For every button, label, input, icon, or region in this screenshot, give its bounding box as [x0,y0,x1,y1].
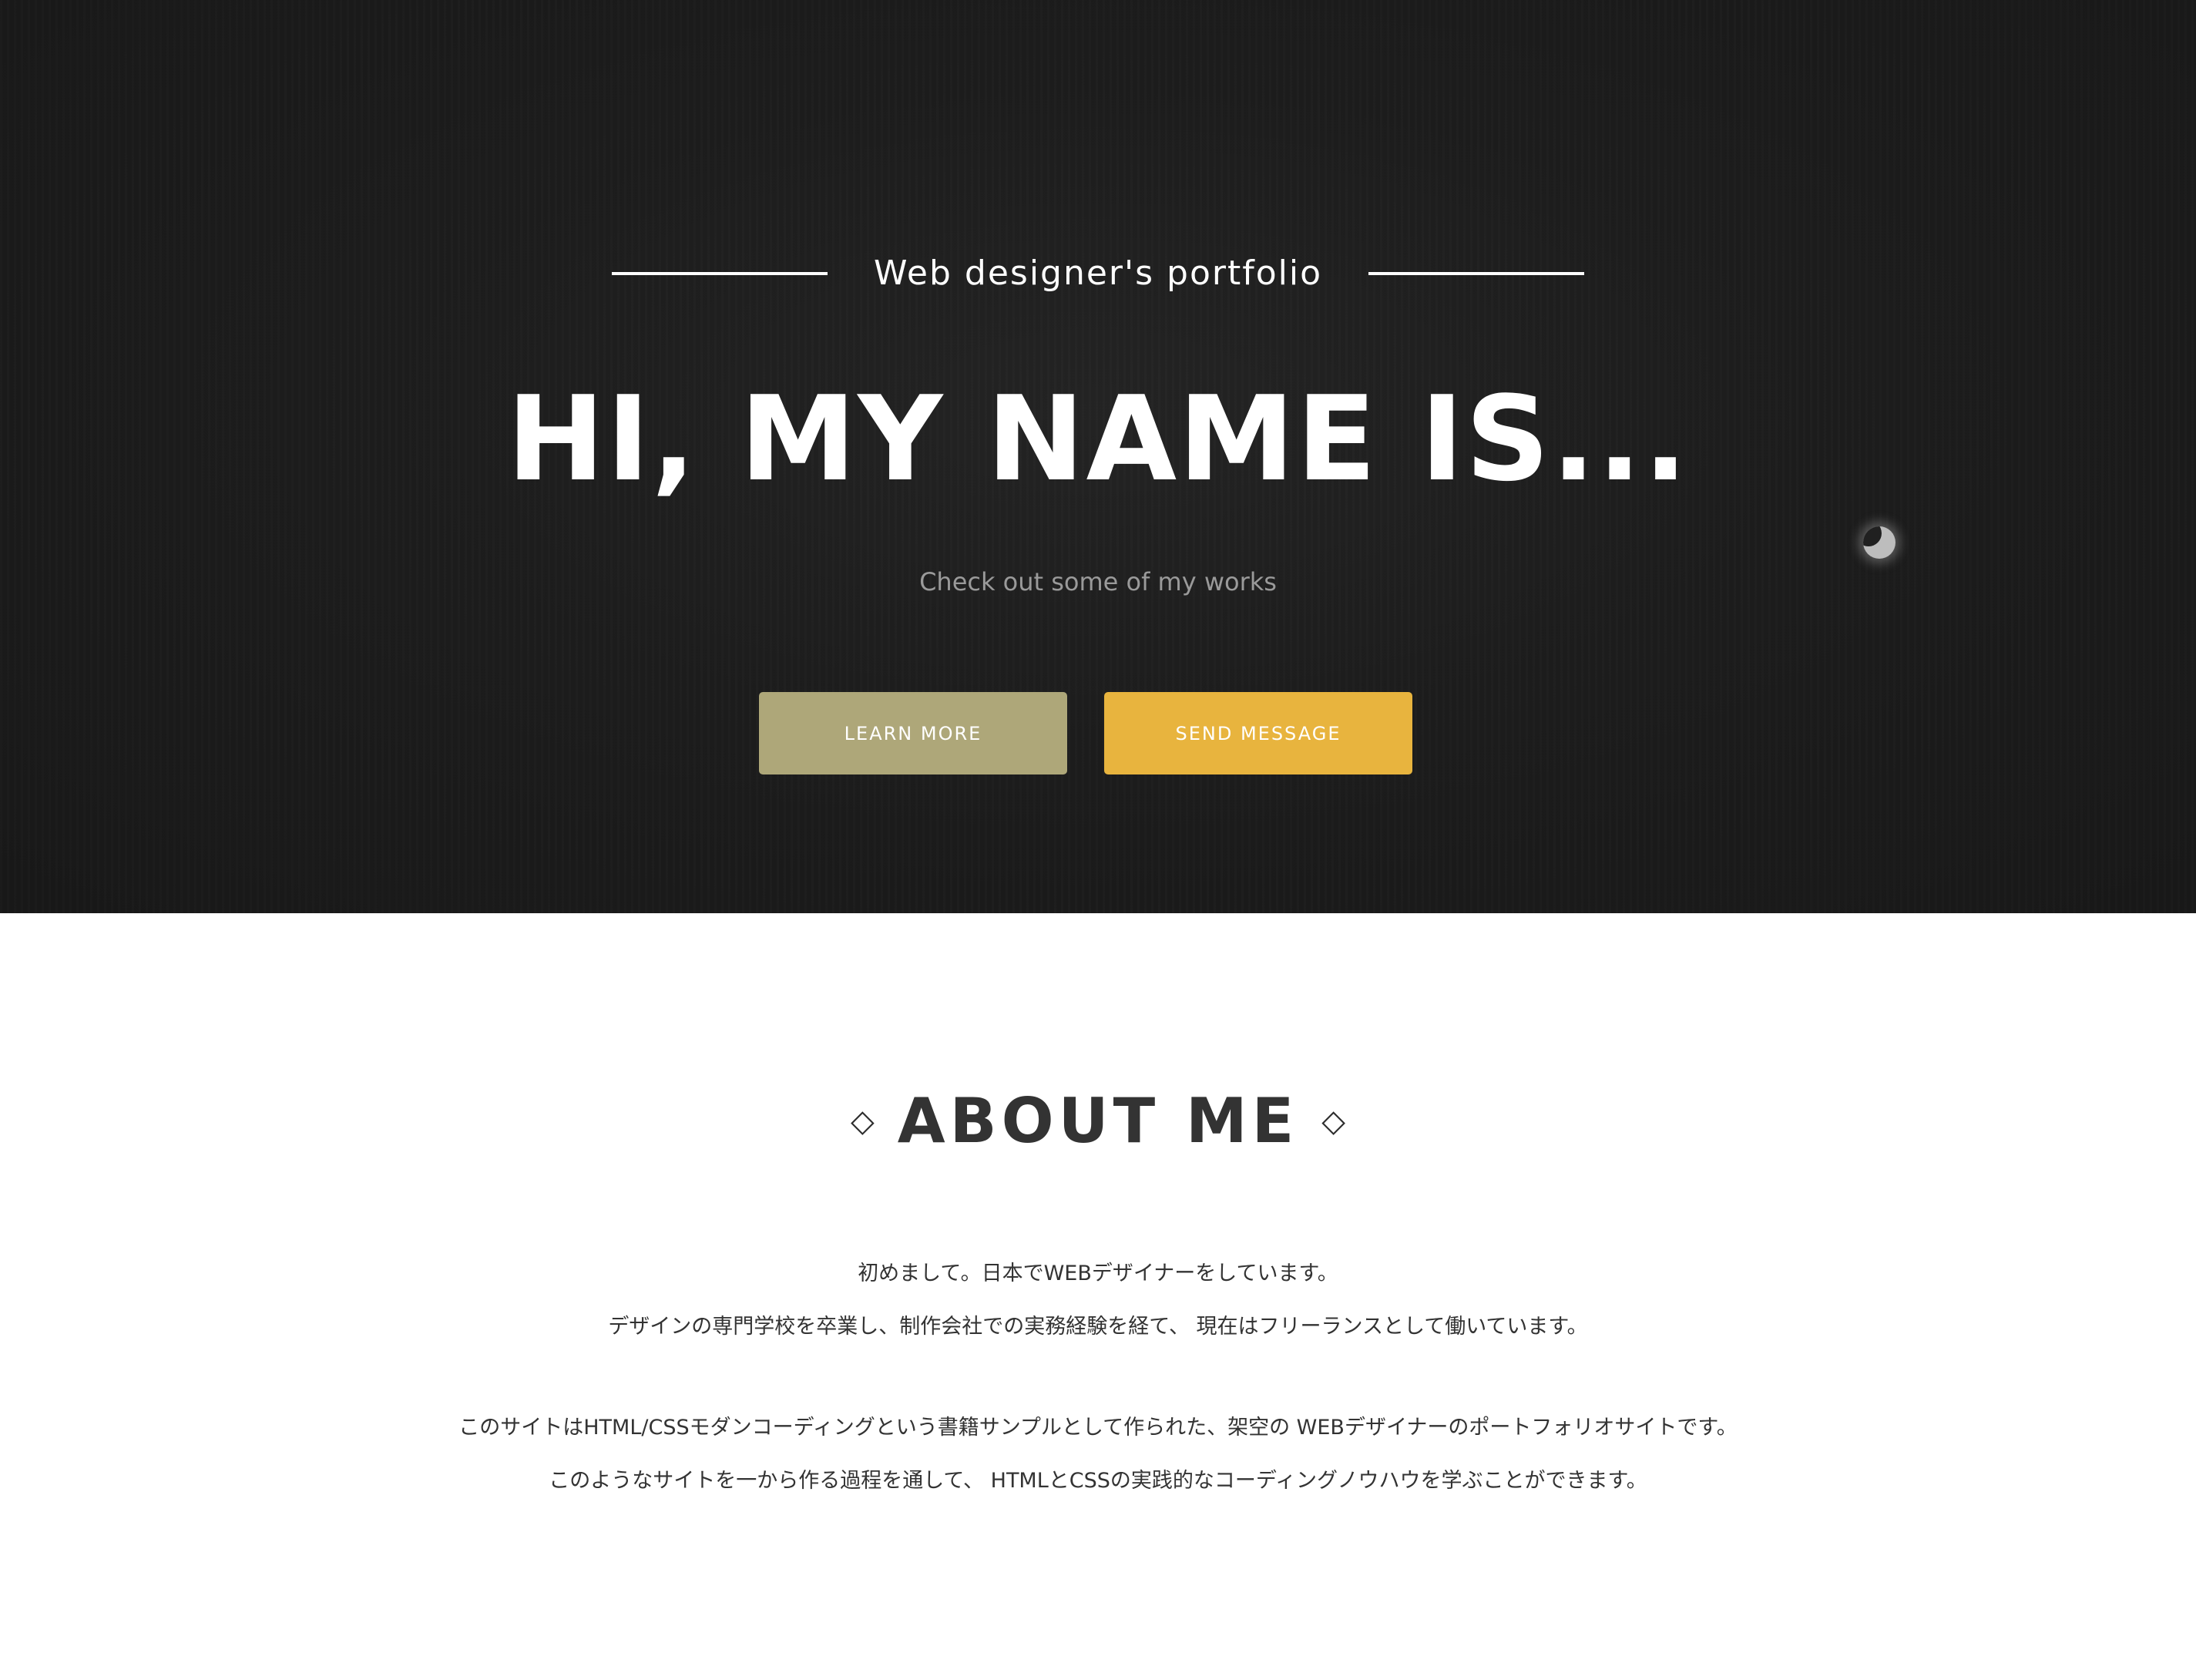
about-paragraph-4: このようなサイトを一から作る過程を通して、 HTMLとCSSの実践的なコーディン… [549,1469,1647,1493]
send-message-button[interactable]: SEND MESSAGE [1104,692,1412,774]
about-paragraph-3: このサイトはHTML/CSSモダンコーディングという書籍サンプルとして作られた、… [458,1416,1738,1440]
about-heading-row: ◇ ABOUT ME ◇ [0,1079,2196,1164]
tagline-row: Web designer's portfolio [0,247,2196,301]
diamond-right-icon: ◇ [1321,1104,1346,1139]
hero-subtitle: Check out some of my works [919,567,1277,596]
tagline-left-rule [611,272,828,275]
learn-more-button[interactable]: LEARN MORE [759,692,1067,774]
about-paragraph-1: 初めまして。日本でWEBデザイナーをしています。 [858,1262,1338,1285]
hero-tagline: Web designer's portfolio [873,254,1322,293]
moon-icon [1863,526,1895,559]
hero-section: Web designer's portfolio HI, MY NAME IS.… [0,0,2196,913]
send-message-label: SEND MESSAGE [1175,722,1341,744]
learn-more-label: LEARN MORE [844,722,982,744]
tagline-right-rule [1368,272,1584,275]
diamond-left-icon: ◇ [850,1104,875,1139]
about-paragraph-2: デザインの専門学校を卒業し、制作会社での実務経験を経て、 現在はフリーランスとし… [608,1315,1588,1339]
about-title: ABOUT ME [897,1085,1299,1157]
hero-title: HI, MY NAME IS... [506,371,1690,507]
